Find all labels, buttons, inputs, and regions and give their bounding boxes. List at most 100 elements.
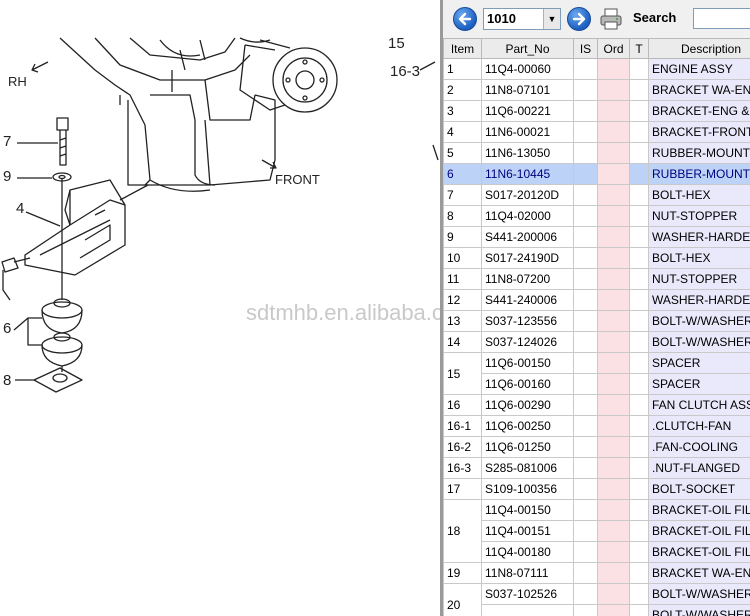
table-row[interactable]: 20 S037-102526 BOLT-W/WASHER [443, 583, 750, 616]
table-row[interactable]: 5 11N6-13050 RUBBER-MOUNT [443, 142, 750, 164]
cell-ord [597, 499, 630, 521]
table-row[interactable]: 1 11Q4-00060 ENGINE ASSY [443, 58, 750, 80]
table-row[interactable]: 16-2 11Q6-01250 .FAN-COOLING [443, 436, 750, 458]
cell-t [629, 58, 649, 80]
cell-part-no: S037-124026 [481, 331, 574, 353]
cell-is [573, 58, 598, 80]
cell-item: 7 [443, 184, 482, 206]
cell-description: BRACKET-OIL FIL [648, 541, 750, 563]
table-row[interactable]: 11Q4-00180 BRACKET-OIL FIL [444, 541, 750, 563]
next-page-button[interactable] [567, 7, 591, 31]
cell-t [629, 562, 649, 584]
cell-item: 19 [443, 562, 482, 584]
cell-item: 12 [443, 289, 482, 311]
cell-t [629, 184, 649, 206]
cell-description: NUT-STOPPER [648, 205, 750, 227]
parts-diagram[interactable]: RH FRONT 15 16-3 7 9 4 6 8 sdtmhb.en.ali… [0, 0, 440, 616]
table-row[interactable]: 8 11Q4-02000 NUT-STOPPER [443, 205, 750, 227]
column-header-item[interactable]: Item [443, 38, 482, 59]
cell-ord [597, 121, 630, 143]
cell-description: BOLT-W/WASHER [648, 583, 750, 605]
cell-t [629, 436, 649, 458]
search-label: Search [633, 10, 677, 25]
parts-table: Item Part_No IS Ord T Description 1 11Q4-… [443, 38, 750, 616]
table-row[interactable]: 16-1 11Q6-00250 .CLUTCH-FAN [443, 415, 750, 437]
cell-description: RUBBER-MOUNT [648, 163, 750, 185]
chevron-down-icon[interactable]: ▼ [543, 9, 560, 29]
cell-part-no: S037-123556 [481, 310, 574, 332]
search-input[interactable] [693, 8, 750, 29]
table-row[interactable]: 6 11N6-10445 RUBBER-MOUNT [443, 163, 750, 185]
cell-item: 16-2 [443, 436, 482, 458]
table-row[interactable]: 13 S037-123556 BOLT-W/WASHER [443, 310, 750, 332]
table-row[interactable]: 12 S441-240006 WASHER-HARDE [443, 289, 750, 311]
table-row[interactable]: 11 11N8-07200 NUT-STOPPER [443, 268, 750, 290]
cell-ord [597, 457, 630, 479]
cell-ord [597, 478, 630, 500]
cell-part-no: 11Q6-00160 [481, 373, 574, 395]
cell-part-no: S285-081006 [481, 457, 574, 479]
table-row[interactable]: 2 11N8-07101 BRACKET WA-EN [443, 79, 750, 101]
cell-is [573, 331, 598, 353]
cell-description: BRACKET-OIL FIL [648, 520, 750, 542]
page-select[interactable]: 1010 ▼ [483, 8, 561, 30]
callout-rh: RH [8, 74, 27, 89]
table-row[interactable]: 16-3 S285-081006 .NUT-FLANGED [443, 457, 750, 479]
cell-part-no: S017-20120D [481, 184, 574, 206]
cell-is [573, 226, 598, 248]
cell-is [573, 142, 598, 164]
previous-page-button[interactable] [453, 7, 477, 31]
callout-16-3[interactable]: 16-3 [390, 63, 420, 80]
cell-ord [597, 310, 630, 332]
cell-is [573, 373, 598, 395]
table-row[interactable]: 4 11N6-00021 BRACKET-FRONT [443, 121, 750, 143]
cell-ord [597, 541, 630, 563]
cell-description: RUBBER-MOUNT [648, 142, 750, 164]
cell-t [629, 604, 649, 616]
table-row[interactable]: 11Q4-00151 BRACKET-OIL FIL [444, 520, 750, 542]
cell-description: FAN CLUTCH ASS [648, 394, 750, 416]
cell-part-no: 11Q4-00180 [481, 541, 574, 563]
cell-is [573, 163, 598, 185]
table-row[interactable]: 17 S109-100356 BOLT-SOCKET [443, 478, 750, 500]
table-row[interactable]: 11Q6-00160 SPACER [444, 373, 750, 395]
column-header-ord[interactable]: Ord [597, 38, 630, 59]
cell-part-no [481, 604, 574, 616]
table-row[interactable]: 3 11Q6-00221 BRACKET-ENG & [443, 100, 750, 122]
cell-t [629, 373, 649, 395]
table-row[interactable]: 15 11Q6-00150 SPACER [443, 352, 750, 395]
table-row[interactable]: 16 11Q6-00290 FAN CLUTCH ASS [443, 394, 750, 416]
column-header-description[interactable]: Description [648, 38, 750, 59]
callout-8[interactable]: 8 [3, 372, 11, 389]
cell-description: BRACKET WA-EN [648, 562, 750, 584]
table-row[interactable]: 10 S017-24190D BOLT-HEX [443, 247, 750, 269]
cell-description: SPACER [648, 373, 750, 395]
column-header-part-no[interactable]: Part_No [481, 38, 574, 59]
callout-4[interactable]: 4 [16, 200, 24, 217]
column-header-t[interactable]: T [629, 38, 649, 59]
cell-is [573, 478, 598, 500]
table-row[interactable]: 14 S037-124026 BOLT-W/WASHER [443, 331, 750, 353]
cell-description: .FAN-COOLING [648, 436, 750, 458]
cell-t [629, 163, 649, 185]
table-row[interactable]: 7 S017-20120D BOLT-HEX [443, 184, 750, 206]
cell-part-no: 11N6-10445 [481, 163, 574, 185]
cell-t [629, 499, 649, 521]
callout-6[interactable]: 6 [3, 320, 11, 337]
cell-is [573, 499, 598, 521]
callout-7[interactable]: 7 [3, 133, 11, 150]
callout-9[interactable]: 9 [3, 168, 11, 185]
printer-icon[interactable] [599, 8, 623, 30]
table-row[interactable]: 18 11Q4-00150 BRACKET-OIL FIL [443, 499, 750, 563]
cell-item: 18 [443, 499, 482, 563]
table-row[interactable]: 19 11N8-07111 BRACKET WA-EN [443, 562, 750, 584]
cell-part-no: S109-100356 [481, 478, 574, 500]
table-row[interactable]: BOLT-W/WASHER [444, 604, 750, 616]
cell-t [629, 247, 649, 269]
callout-15[interactable]: 15 [388, 35, 405, 52]
table-row[interactable]: 9 S441-200006 WASHER-HARDE [443, 226, 750, 248]
cell-is [573, 79, 598, 101]
column-header-is[interactable]: IS [573, 38, 598, 59]
cell-ord [597, 604, 630, 616]
cell-is [573, 394, 598, 416]
